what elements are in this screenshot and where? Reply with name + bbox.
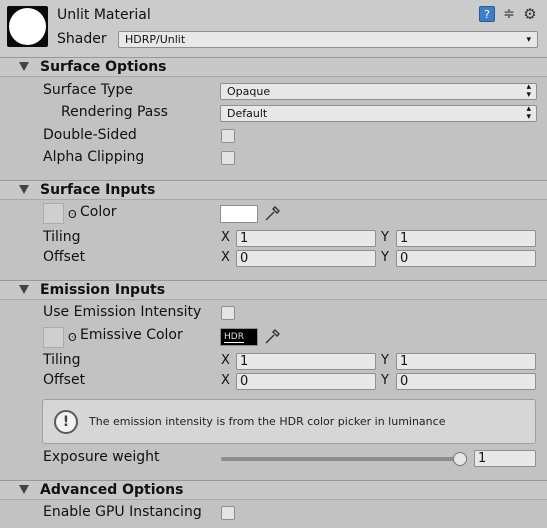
section-title: Surface Options (40, 59, 167, 75)
tiling-y-field[interactable]: 1 (396, 230, 536, 247)
info-icon: ! (54, 410, 78, 434)
section-title: Emission Inputs (40, 282, 166, 298)
texture-picker-icon[interactable]: ʘ (68, 208, 77, 221)
color-label: Color (80, 204, 117, 220)
section-title: Surface Inputs (40, 182, 156, 198)
section-surface-options[interactable]: Surface Options (0, 57, 547, 77)
material-preview (7, 6, 48, 47)
offset-x-label: X (221, 250, 230, 265)
alpha-clipping-label: Alpha Clipping (43, 149, 145, 165)
offset-label: Offset (43, 372, 86, 388)
emissive-texture-slot[interactable] (43, 327, 64, 348)
tiling-y-label: Y (381, 353, 389, 368)
tiling-x-label: X (221, 353, 230, 368)
help-text: The emission intensity is from the HDR c… (89, 415, 446, 428)
exposure-slider-track[interactable] (221, 457, 465, 461)
emission-offset-y-field[interactable]: 0 (396, 373, 536, 390)
offset-y-label: Y (381, 373, 389, 388)
help-box: ! The emission intensity is from the HDR… (42, 399, 536, 444)
tiling-x-field[interactable]: 1 (236, 230, 376, 247)
foldout-triangle-icon[interactable] (19, 485, 29, 494)
surface-type-label: Surface Type (43, 82, 133, 98)
foldout-triangle-icon[interactable] (19, 62, 29, 71)
exposure-slider-thumb[interactable] (453, 452, 467, 466)
tiling-x-label: X (221, 230, 230, 245)
texture-picker-icon[interactable]: ʘ (68, 331, 77, 344)
presets-icon[interactable]: ≑ (501, 6, 517, 22)
section-advanced-options[interactable]: Advanced Options (0, 480, 547, 500)
tiling-y-label: Y (381, 230, 389, 245)
updown-icon: ▴ ▾ (526, 82, 531, 100)
surface-type-value: Opaque (227, 85, 271, 98)
material-title: Unlit Material (57, 7, 151, 23)
color-swatch[interactable] (220, 205, 258, 223)
offset-y-label: Y (381, 250, 389, 265)
offset-x-field[interactable]: 0 (236, 250, 376, 267)
section-emission-inputs[interactable]: Emission Inputs (0, 280, 547, 300)
double-sided-checkbox[interactable] (221, 129, 235, 143)
preview-sphere (9, 8, 46, 45)
offset-label: Offset (43, 249, 86, 265)
eyedropper-icon[interactable] (263, 205, 281, 223)
eyedropper-icon[interactable] (263, 328, 281, 346)
color-texture-slot[interactable] (43, 203, 64, 224)
use-emission-intensity-checkbox[interactable] (221, 306, 235, 320)
gpu-instancing-label: Enable GPU Instancing (43, 504, 202, 520)
section-title: Advanced Options (40, 482, 184, 498)
tiling-label: Tiling (43, 352, 81, 368)
emission-tiling-x-field[interactable]: 1 (236, 353, 376, 370)
shader-value: HDRP/Unlit (125, 33, 186, 46)
emission-offset-x-field[interactable]: 0 (236, 373, 376, 390)
use-emission-intensity-label: Use Emission Intensity (43, 304, 202, 320)
rendering-pass-value: Default (227, 107, 268, 120)
tiling-label: Tiling (43, 229, 81, 245)
offset-x-label: X (221, 373, 230, 388)
exposure-weight-label: Exposure weight (43, 449, 160, 465)
alpha-clipping-checkbox[interactable] (221, 151, 235, 165)
emission-tiling-y-field[interactable]: 1 (396, 353, 536, 370)
section-surface-inputs[interactable]: Surface Inputs (0, 180, 547, 200)
double-sided-label: Double-Sided (43, 127, 137, 143)
shader-dropdown[interactable]: HDRP/Unlit ▾ (118, 31, 538, 48)
rendering-pass-dropdown[interactable]: Default ▴ ▾ (220, 105, 537, 122)
book-help-icon[interactable]: ? (479, 6, 495, 22)
hdr-badge: HDR (224, 332, 244, 343)
rendering-pass-label: Rendering Pass (61, 104, 168, 120)
emissive-color-label: Emissive Color (80, 327, 183, 343)
updown-icon: ▴ ▾ (526, 104, 531, 122)
surface-type-dropdown[interactable]: Opaque ▴ ▾ (220, 83, 537, 100)
emissive-color-swatch[interactable]: HDR (220, 328, 258, 346)
exposure-value-field[interactable]: 1 (474, 450, 536, 467)
offset-y-field[interactable]: 0 (396, 250, 536, 267)
foldout-triangle-icon[interactable] (19, 185, 29, 194)
material-header: Unlit Material Shader HDRP/Unlit ▾ ? ≑ ⚙ (0, 0, 547, 57)
chevron-down-icon: ▾ (526, 35, 531, 45)
gpu-instancing-checkbox[interactable] (221, 506, 235, 520)
foldout-triangle-icon[interactable] (19, 285, 29, 294)
shader-label: Shader (57, 31, 107, 47)
gear-icon[interactable]: ⚙ (522, 6, 538, 22)
